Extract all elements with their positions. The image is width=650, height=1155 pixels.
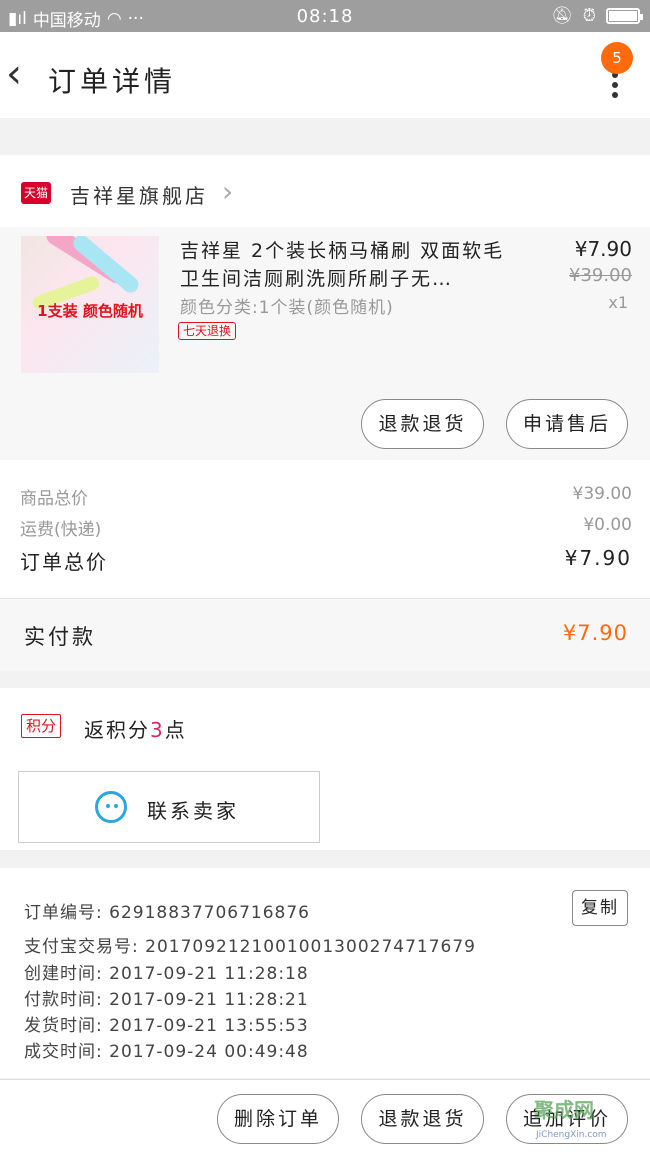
contact-seller-button[interactable]: 联系卖家 [18,771,320,843]
contact-seller-label: 联系卖家 [147,799,239,823]
watermark-site: JiChengXin.com [536,1130,607,1140]
product-title[interactable]: 吉祥星 2个装长柄马桶刷 双面软毛卫生间洁厕刷洗厕所刷子无… [180,237,520,293]
return-policy-badge: 七天退换 [178,322,237,340]
product-original-price: ¥39.00 [569,265,632,286]
battery-icon [606,8,643,24]
page-title: 订单详情 [48,65,177,98]
refund-bottom-button[interactable]: 退款退货 [361,1094,484,1144]
goods-total-label: 商品总价 [20,489,88,509]
points-section: 积分 返积分3点 联系卖家 [0,688,650,850]
shipping-row: 运费(快递) ¥0.00 [20,515,632,540]
refund-button[interactable]: 退款退货 [361,399,484,449]
product-quantity: x1 [608,293,628,312]
shipped-time: 发货时间: 2017-09-21 13:55:53 [24,1016,309,1036]
created-time: 创建时间: 2017-09-21 11:28:18 [24,964,309,984]
paid-time: 付款时间: 2017-09-21 11:28:21 [24,990,309,1010]
product-image[interactable]: 1支装 颜色随机 [21,236,159,373]
order-number: 订单编号: 629188377067​16876 [24,903,311,923]
delete-order-button[interactable]: 删除订单 [217,1094,339,1144]
payment-row: 实付款 ¥7.90 [0,598,650,671]
shipping-value: ¥0.00 [583,515,632,535]
points-badge: 积分 [21,714,62,738]
payment-label: 实付款 [24,625,96,649]
completed-time: 成交时间: 2017-09-24 00:49:48 [24,1042,309,1062]
back-icon[interactable]: ‹ [6,54,36,98]
status-bar: ▮ıl 中国移动 ◠ ··· 08:18 🔕︎ ⏰︎ [0,0,650,32]
alarm-icon: ⏰︎ [582,6,596,26]
points-text: 返积分3点 [84,718,187,742]
notification-badge[interactable]: 5 [601,42,633,74]
product-image-caption: 1支装 颜色随机 [37,302,143,320]
goods-total-row: 商品总价 ¥39.00 [20,484,632,509]
nav-bar: ‹ 订单详情 5 [0,32,650,118]
shipping-label: 运费(快递) [20,520,102,540]
payment-value: ¥7.90 [562,621,628,645]
chevron-right-icon: › [222,175,234,208]
product-price: ¥7.90 [574,237,632,261]
store-name: 吉祥星旗舰店 [70,184,208,208]
order-info: 订单编号: 629188377067​16876 复制 支付宝交易号: 2017… [0,868,650,1078]
order-total-row: 订单总价 ¥7.90 [20,546,632,575]
copy-button[interactable]: 复制 [572,890,628,926]
order-total-value: ¥7.90 [564,546,632,570]
price-summary: 商品总价 ¥39.00 运费(快递) ¥0.00 订单总价 ¥7.90 [0,460,650,598]
product-sku: 颜色分类:1个装(颜色随机) [180,298,394,318]
after-sale-button[interactable]: 申请售后 [506,399,628,449]
chat-icon [95,791,127,823]
mute-icon: 🔕︎ [551,6,573,26]
alipay-number: 支付宝交易号: 2017092121001001300274717679 [24,937,476,957]
goods-total-value: ¥39.00 [572,484,632,504]
status-right: 🔕︎ ⏰︎ [551,6,643,26]
watermark-text: 聚成网 [534,1098,594,1122]
site-watermark: 聚成网 JiChengXin.com [534,1094,638,1146]
store-row[interactable]: 天猫 吉祥星旗舰店 › [0,155,650,227]
more-menu-icon[interactable] [612,72,620,98]
product-card[interactable]: 1支装 颜色随机 吉祥星 2个装长柄马桶刷 双面软毛卫生间洁厕刷洗厕所刷子无… … [0,227,650,460]
tmall-icon: 天猫 [21,182,51,204]
order-total-label: 订单总价 [20,550,108,574]
points-count: 3 [150,718,165,742]
